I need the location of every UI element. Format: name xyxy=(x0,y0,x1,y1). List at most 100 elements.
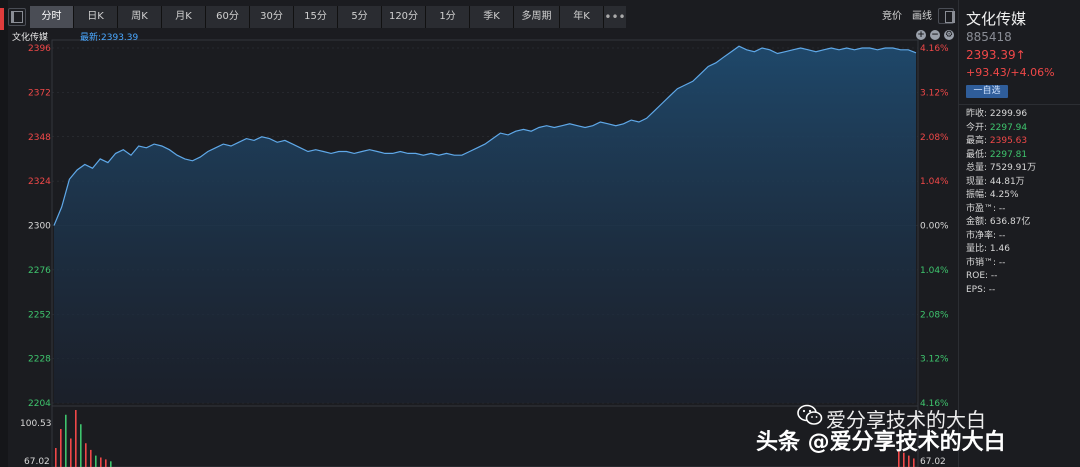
stat-value: 636.87亿 xyxy=(989,217,1031,227)
volume-bar xyxy=(70,438,72,467)
add-watchlist-button[interactable]: 一自选 xyxy=(966,85,1008,98)
stat-row: 最低: 2297.81 xyxy=(966,149,1036,163)
stat-row: 量比: 1.46 xyxy=(966,243,1036,257)
pct-tick-label: 4.16% xyxy=(920,44,949,54)
toggle-right-panel-icon[interactable] xyxy=(938,8,955,24)
stat-row: 最高: 2395.63 xyxy=(966,135,1036,149)
tab-6[interactable]: 15分 xyxy=(294,6,338,28)
current-price: 2393.39↑ xyxy=(966,48,1026,62)
price-tick-label: 2324 xyxy=(28,177,51,187)
volume-bar xyxy=(60,429,62,467)
stat-label: 今开: xyxy=(966,122,990,133)
stat-row: 振幅: 4.25% xyxy=(966,189,1036,203)
settings-gear-icon[interactable]: ⚙ xyxy=(944,30,954,40)
stat-value: 2299.96 xyxy=(989,109,1028,119)
stat-value: 2297.81 xyxy=(989,149,1028,160)
pct-tick-label: 2.08% xyxy=(920,310,949,320)
stat-value: 7529.91万 xyxy=(989,163,1037,173)
draw-line-button[interactable]: 画线 xyxy=(912,6,932,28)
zoom-in-icon[interactable]: + xyxy=(916,30,926,40)
price-tick-label: 2204 xyxy=(28,399,51,409)
volume-bar xyxy=(95,455,97,467)
tab-11[interactable]: 多周期 xyxy=(514,6,560,28)
stat-value: 2395.63 xyxy=(989,136,1028,146)
stat-value: 44.81万 xyxy=(989,176,1025,187)
stat-value: -- xyxy=(990,271,998,281)
tab-5[interactable]: 30分 xyxy=(250,6,294,28)
stat-label: 现量: xyxy=(966,176,990,187)
volume-bar xyxy=(110,461,112,467)
stat-row: 市盈™: -- xyxy=(966,203,1036,217)
price-tick-label: 2252 xyxy=(28,310,51,320)
stat-row: EPS: -- xyxy=(966,284,1036,298)
stat-row: 金额: 636.87亿 xyxy=(966,216,1036,230)
price-tick-label: 2276 xyxy=(28,266,51,276)
stat-value: 4.25% xyxy=(989,190,1019,200)
stat-label: 总量: xyxy=(966,163,990,173)
stat-value: -- xyxy=(998,257,1006,268)
tab-3[interactable]: 月K xyxy=(162,6,206,28)
price-area xyxy=(54,46,916,403)
period-toolbar: 分时 日K 周K 月K 60分 30分 15分 5分 120分 1分 季K 多周期 年K ••• 竞价 … xyxy=(8,6,958,28)
volume-bar xyxy=(75,410,77,467)
toggle-left-panel-icon[interactable] xyxy=(8,8,26,26)
stat-row: 总量: 7529.91万 xyxy=(966,162,1036,176)
pct-tick-label: 3.12% xyxy=(920,355,949,365)
volume-bar xyxy=(90,449,92,467)
zoom-out-icon[interactable]: − xyxy=(930,30,940,40)
stat-label: 市盈™: xyxy=(966,203,999,214)
price-tick-label: 2396 xyxy=(28,44,51,54)
stat-label: 最低: xyxy=(966,149,990,160)
stat-label: ROE: xyxy=(966,271,991,281)
tab-7[interactable]: 5分 xyxy=(338,6,382,28)
tab-12[interactable]: 年K xyxy=(560,6,604,28)
pct-tick-label: 1.04% xyxy=(920,177,949,187)
watermark-toutiao: 头条 @爱分享技术的大白 xyxy=(756,430,1006,455)
more-periods-icon[interactable]: ••• xyxy=(604,6,626,28)
latest-price-label: 最新:2393.39 xyxy=(80,33,139,43)
stat-value: -- xyxy=(988,284,996,295)
pct-tick-label: 2.08% xyxy=(920,133,949,143)
price-tick-label: 2372 xyxy=(28,88,51,98)
price-tick-label: 2228 xyxy=(28,355,51,365)
intraday-chart[interactable]: 2396 4.16% 2372 3.12% 2348 2.08% 2324 1.04% 2300… xyxy=(8,28,958,467)
tab-1[interactable]: 日K xyxy=(74,6,118,28)
tab-8[interactable]: 120分 xyxy=(382,6,426,28)
volume-bar xyxy=(65,414,67,467)
left-rail xyxy=(0,0,8,467)
stat-label: 量比: xyxy=(966,244,990,254)
volume-tick-label: 67.02 xyxy=(24,457,50,467)
tab-10[interactable]: 季K xyxy=(470,6,514,28)
panel-divider xyxy=(959,104,1080,105)
stat-value: -- xyxy=(998,230,1006,241)
price-tick-label: 2348 xyxy=(28,133,51,143)
volume-bar xyxy=(100,457,102,467)
price-tick-label: 2300 xyxy=(28,222,51,232)
stat-row: 现量: 44.81万 xyxy=(966,176,1036,190)
stat-row: 市净率: -- xyxy=(966,230,1036,244)
quote-stats: 昨收: 2299.96 今开: 2297.94 最高: 2395.63 最低: 229… xyxy=(966,108,1036,297)
pct-tick-label: 3.12% xyxy=(920,88,949,98)
stat-value: -- xyxy=(998,203,1006,214)
stat-row: ROE: -- xyxy=(966,270,1036,284)
volume-bar xyxy=(80,424,82,467)
tab-0[interactable]: 分时 xyxy=(30,6,74,28)
stat-row: 昨收: 2299.96 xyxy=(966,108,1036,122)
price-change: +93.43/+4.06% xyxy=(966,66,1055,79)
stat-label: 最高: xyxy=(966,136,990,146)
chart-canvas[interactable]: 2396 4.16% 2372 3.12% 2348 2.08% 2324 1.04% 2300… xyxy=(8,28,958,467)
volume-tick-label: 67.02 xyxy=(920,457,946,467)
chart-title: 文化传媒 xyxy=(12,33,49,43)
auction-button[interactable]: 竞价 xyxy=(882,6,902,28)
stat-value: 2297.94 xyxy=(989,122,1028,133)
wechat-icon xyxy=(797,404,823,425)
tab-2[interactable]: 周K xyxy=(118,6,162,28)
volume-bar xyxy=(908,455,910,467)
tab-4[interactable]: 60分 xyxy=(206,6,250,28)
stock-name: 文化传媒 xyxy=(966,10,1027,28)
tab-9[interactable]: 1分 xyxy=(426,6,470,28)
stat-row: 今开: 2297.94 xyxy=(966,122,1036,136)
chart-controls: + − ⚙ xyxy=(916,30,954,40)
volume-bar xyxy=(913,458,915,467)
stat-value: 1.46 xyxy=(989,244,1010,254)
